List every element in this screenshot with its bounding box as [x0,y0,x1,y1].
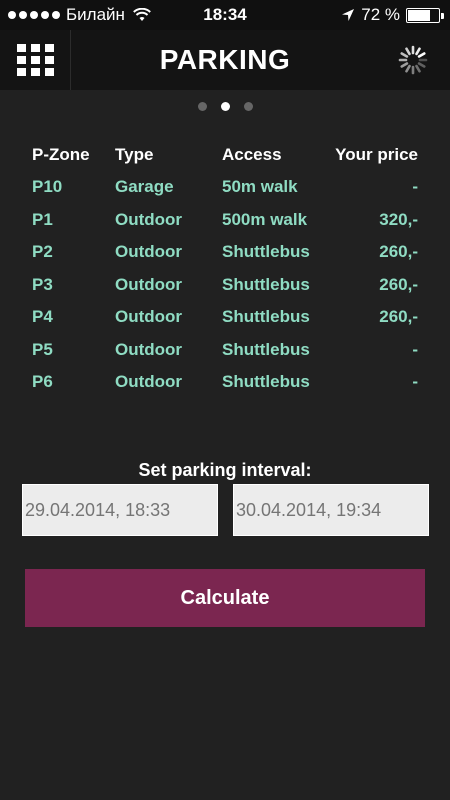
table-row[interactable]: P2 Outdoor Shuttlebus 260,- [32,242,418,275]
cell-access: Shuttlebus [222,372,310,391]
cell-price: - [412,177,418,196]
cell-price: 320,- [379,209,418,229]
table-row[interactable]: P4 Outdoor Shuttlebus 260,- [32,307,418,340]
cell-type: Outdoor [115,209,183,229]
page-title: PARKING [159,44,291,75]
location-arrow-icon [342,9,355,21]
cell-access: Shuttlebus [222,307,310,326]
page-dot[interactable] [220,102,230,111]
cell-zone: P4 [32,307,53,326]
cell-zone: P5 [32,339,53,359]
cell-type: Outdoor [115,339,183,359]
status-bar: Билайн 18:34 72 % [0,0,450,30]
table-row[interactable]: P10 Garage 50m walk - [32,177,418,210]
cell-access: Shuttlebus [222,242,310,261]
table-row[interactable]: P6 Outdoor Shuttlebus - [32,372,418,405]
cell-access: 500m walk [222,209,308,229]
start-date-field[interactable] [22,484,218,536]
end-date-field[interactable] [233,484,429,536]
cell-zone: P6 [32,372,53,391]
cell-zone: P3 [32,274,53,294]
battery-icon [406,7,444,23]
cell-price: 260,- [379,274,418,294]
header-zone: P-Zone [32,145,90,164]
cell-type: Garage [115,177,174,196]
interval-label: Set parking interval: [138,460,312,480]
spinner-icon[interactable] [398,45,428,75]
table-header: P-Zone Type Access Your price [32,145,418,177]
cell-type: Outdoor [115,372,183,391]
header-access: Access [222,145,282,164]
cell-type: Outdoor [115,242,183,261]
status-right: 72 % [341,5,444,25]
cell-type: Outdoor [115,307,183,326]
cell-type: Outdoor [115,274,183,294]
header-type: Type [115,145,154,164]
calculate-button[interactable]: Calculate [25,569,425,627]
cell-zone: P10 [32,177,63,196]
table-row[interactable]: P5 Outdoor Shuttlebus - [32,340,418,373]
table-row[interactable]: P3 Outdoor Shuttlebus 260,- [32,275,418,308]
page-indicator [0,102,450,111]
nav-bar: PARKING [0,30,450,90]
cell-access: Shuttlebus [222,274,310,294]
battery-percent: 72 % [361,5,400,24]
cell-price: - [412,339,418,359]
cell-price: - [412,372,418,391]
cell-zone: P2 [32,242,53,261]
header-price: Your price [335,145,418,164]
cell-access: 50m walk [222,177,298,196]
page-dot[interactable] [243,102,253,111]
page-dot[interactable] [197,102,207,111]
cell-zone: P1 [32,209,53,229]
table-row[interactable]: P1 Outdoor 500m walk 320,- [32,210,418,243]
battery-fill [408,9,430,21]
cell-access: Shuttlebus [222,339,310,359]
cell-price: 260,- [379,307,418,326]
parking-zone-table: P-Zone Type Access Your price P10 Garage 5… [32,145,418,405]
cell-price: 260,- [379,242,418,261]
